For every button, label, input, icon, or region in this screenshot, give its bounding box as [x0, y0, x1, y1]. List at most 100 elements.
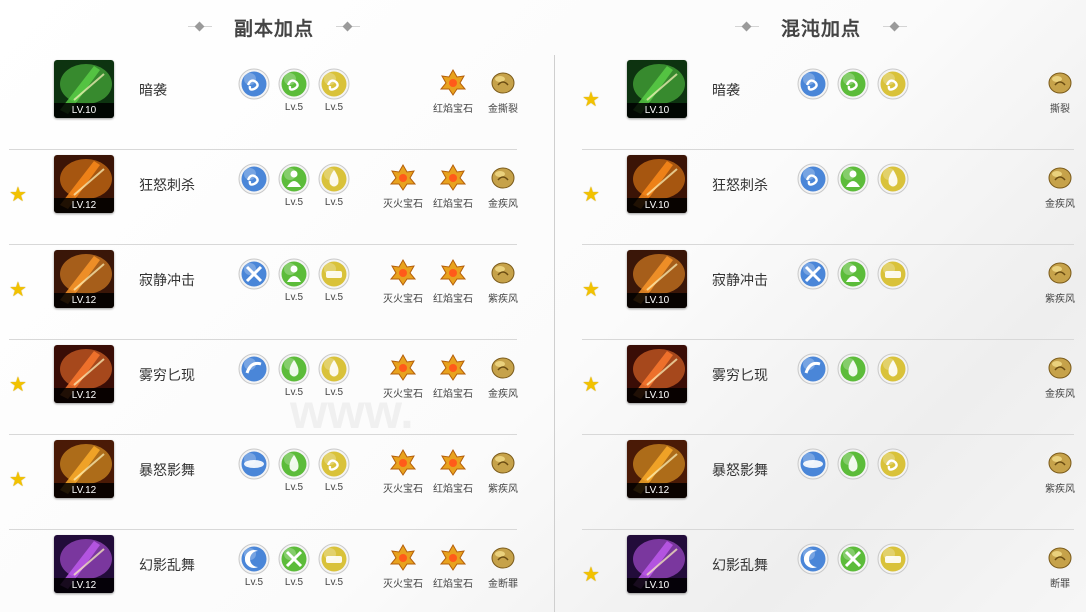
skill-icon[interactable]: LV.12	[54, 535, 114, 593]
rune-icon[interactable]: Lv.5	[278, 448, 310, 493]
gem-item[interactable]: 灭火宝石	[377, 163, 429, 210]
skill-row: ★ LV.10 幻影乱舞 断罪	[582, 530, 1074, 612]
recommended-star-icon: ★	[9, 467, 27, 491]
rune-group	[797, 68, 909, 100]
rune-group: Lv.5 Lv.5	[238, 353, 350, 398]
rune-icon[interactable]: Lv.5	[318, 448, 350, 493]
rune-icon[interactable]	[797, 163, 829, 195]
rune-icon[interactable]	[238, 68, 270, 100]
rune-icon[interactable]	[797, 353, 829, 385]
rune-icon[interactable]: Lv.5	[278, 68, 310, 113]
gem-item[interactable]: 红焰宝石	[427, 163, 479, 210]
rune-icon[interactable]	[837, 163, 869, 195]
recommended-star-icon: ★	[582, 372, 600, 396]
gem-item[interactable]: 金撕裂	[477, 68, 529, 115]
gem-name: 紫疾风	[1045, 294, 1075, 305]
rune-icon[interactable]	[877, 448, 909, 480]
gem-item[interactable]: 红焰宝石	[427, 258, 479, 305]
rune-icon[interactable]: Lv.5	[318, 68, 350, 113]
rune-icon[interactable]: Lv.5	[318, 543, 350, 588]
rune-icon[interactable]: Lv.5	[278, 543, 310, 588]
gem-item[interactable]: 断罪	[1034, 543, 1086, 590]
skill-icon[interactable]: LV.12	[54, 250, 114, 308]
gem-name: 红焰宝石	[433, 104, 473, 115]
rune-group	[797, 163, 909, 195]
rune-group	[797, 543, 909, 575]
gem-icon	[427, 258, 479, 286]
rune-icon[interactable]: Lv.5	[318, 163, 350, 208]
skill-row: ★ LV.12 狂怒刺杀 Lv.5 Lv.5 灭火宝石 红焰宝石 金疾风	[9, 150, 518, 245]
rune-icon[interactable]	[797, 543, 829, 575]
rune-icon[interactable]	[238, 448, 270, 480]
rune-icon[interactable]	[837, 448, 869, 480]
skill-icon[interactable]: LV.12	[54, 155, 114, 213]
rune-icon[interactable]	[797, 448, 829, 480]
rune-icon[interactable]	[797, 68, 829, 100]
gem-item[interactable]: 红焰宝石	[427, 68, 479, 115]
skill-icon[interactable]: LV.12	[54, 345, 114, 403]
rune-icon[interactable]	[877, 68, 909, 100]
gem-item[interactable]: 紫疾风	[1034, 258, 1086, 305]
rune-level: Lv.5	[284, 102, 304, 113]
rune-icon[interactable]	[238, 258, 270, 290]
rune-icon[interactable]	[877, 163, 909, 195]
gem-item[interactable]: 金疾风	[477, 353, 529, 400]
rune-icon[interactable]	[877, 258, 909, 290]
title-ornament-icon	[735, 20, 759, 34]
gem-item[interactable]: 紫疾风	[1034, 448, 1086, 495]
skill-row: ★ LV.12 寂静冲击 Lv.5 Lv.5 灭火宝石 红焰宝石 紫疾风	[9, 245, 518, 340]
rune-group: Lv.5 Lv.5	[238, 448, 350, 493]
gem-item[interactable]: 紫疾风	[477, 258, 529, 305]
skill-icon[interactable]: LV.12	[627, 440, 687, 498]
gem-item[interactable]: 金疾风	[1034, 353, 1086, 400]
skill-row: ★ LV.10 寂静冲击 紫疾风	[582, 245, 1075, 340]
gem-name: 断罪	[1050, 579, 1070, 590]
rune-icon[interactable]	[837, 543, 869, 575]
dungeon-build-title: 副本加点	[188, 12, 361, 42]
rune-icon[interactable]: Lv.5	[318, 353, 350, 398]
gem-item[interactable]: 灭火宝石	[377, 448, 429, 495]
rune-level: Lv.5	[324, 102, 344, 113]
gem-item[interactable]: 金疾风	[477, 163, 529, 210]
gem-item[interactable]: 金疾风	[1034, 163, 1086, 210]
rune-icon[interactable]	[877, 353, 909, 385]
rune-icon[interactable]	[837, 68, 869, 100]
rune-icon[interactable]	[837, 258, 869, 290]
rune-icon[interactable]	[797, 258, 829, 290]
skill-icon[interactable]: LV.10	[627, 345, 687, 403]
skill-icon[interactable]: LV.12	[54, 440, 114, 498]
gem-name: 红焰宝石	[433, 389, 473, 400]
rune-icon[interactable]	[877, 543, 909, 575]
gem-item[interactable]: 红焰宝石	[427, 448, 479, 495]
gem-icon	[1034, 163, 1086, 191]
gem-item[interactable]: 紫疾风	[477, 448, 529, 495]
chaos-build-title-text: 混沌加点	[781, 17, 862, 40]
gem-name: 金疾风	[488, 199, 518, 210]
skill-level: LV.10	[627, 293, 687, 308]
skill-icon[interactable]: LV.10	[627, 535, 687, 593]
rune-icon[interactable]: Lv.5	[278, 353, 310, 398]
skill-icon[interactable]: LV.10	[627, 60, 687, 118]
skill-level: LV.12	[54, 293, 114, 308]
gem-item[interactable]: 灭火宝石	[377, 543, 429, 590]
gem-icon	[477, 258, 529, 286]
gem-name: 金断罪	[488, 579, 518, 590]
gem-item[interactable]: 金断罪	[477, 543, 529, 590]
rune-icon[interactable]: Lv.5	[278, 258, 310, 303]
rune-icon[interactable]	[238, 163, 270, 195]
rune-icon[interactable]: Lv.5	[238, 543, 270, 588]
rune-icon[interactable]: Lv.5	[318, 258, 350, 303]
skill-icon[interactable]: LV.10	[54, 60, 114, 118]
gem-item[interactable]: 红焰宝石	[427, 353, 479, 400]
rune-icon[interactable]	[837, 353, 869, 385]
skill-icon[interactable]: LV.10	[627, 250, 687, 308]
gem-item[interactable]: 红焰宝石	[427, 543, 479, 590]
gem-icon	[427, 68, 479, 96]
gem-icon	[377, 448, 429, 476]
gem-item[interactable]: 灭火宝石	[377, 258, 429, 305]
rune-icon[interactable]: Lv.5	[278, 163, 310, 208]
rune-icon[interactable]	[238, 353, 270, 385]
skill-name: 雾穷匕现	[139, 368, 195, 384]
skill-icon[interactable]: LV.10	[627, 155, 687, 213]
gem-item[interactable]: 撕裂	[1034, 68, 1086, 115]
